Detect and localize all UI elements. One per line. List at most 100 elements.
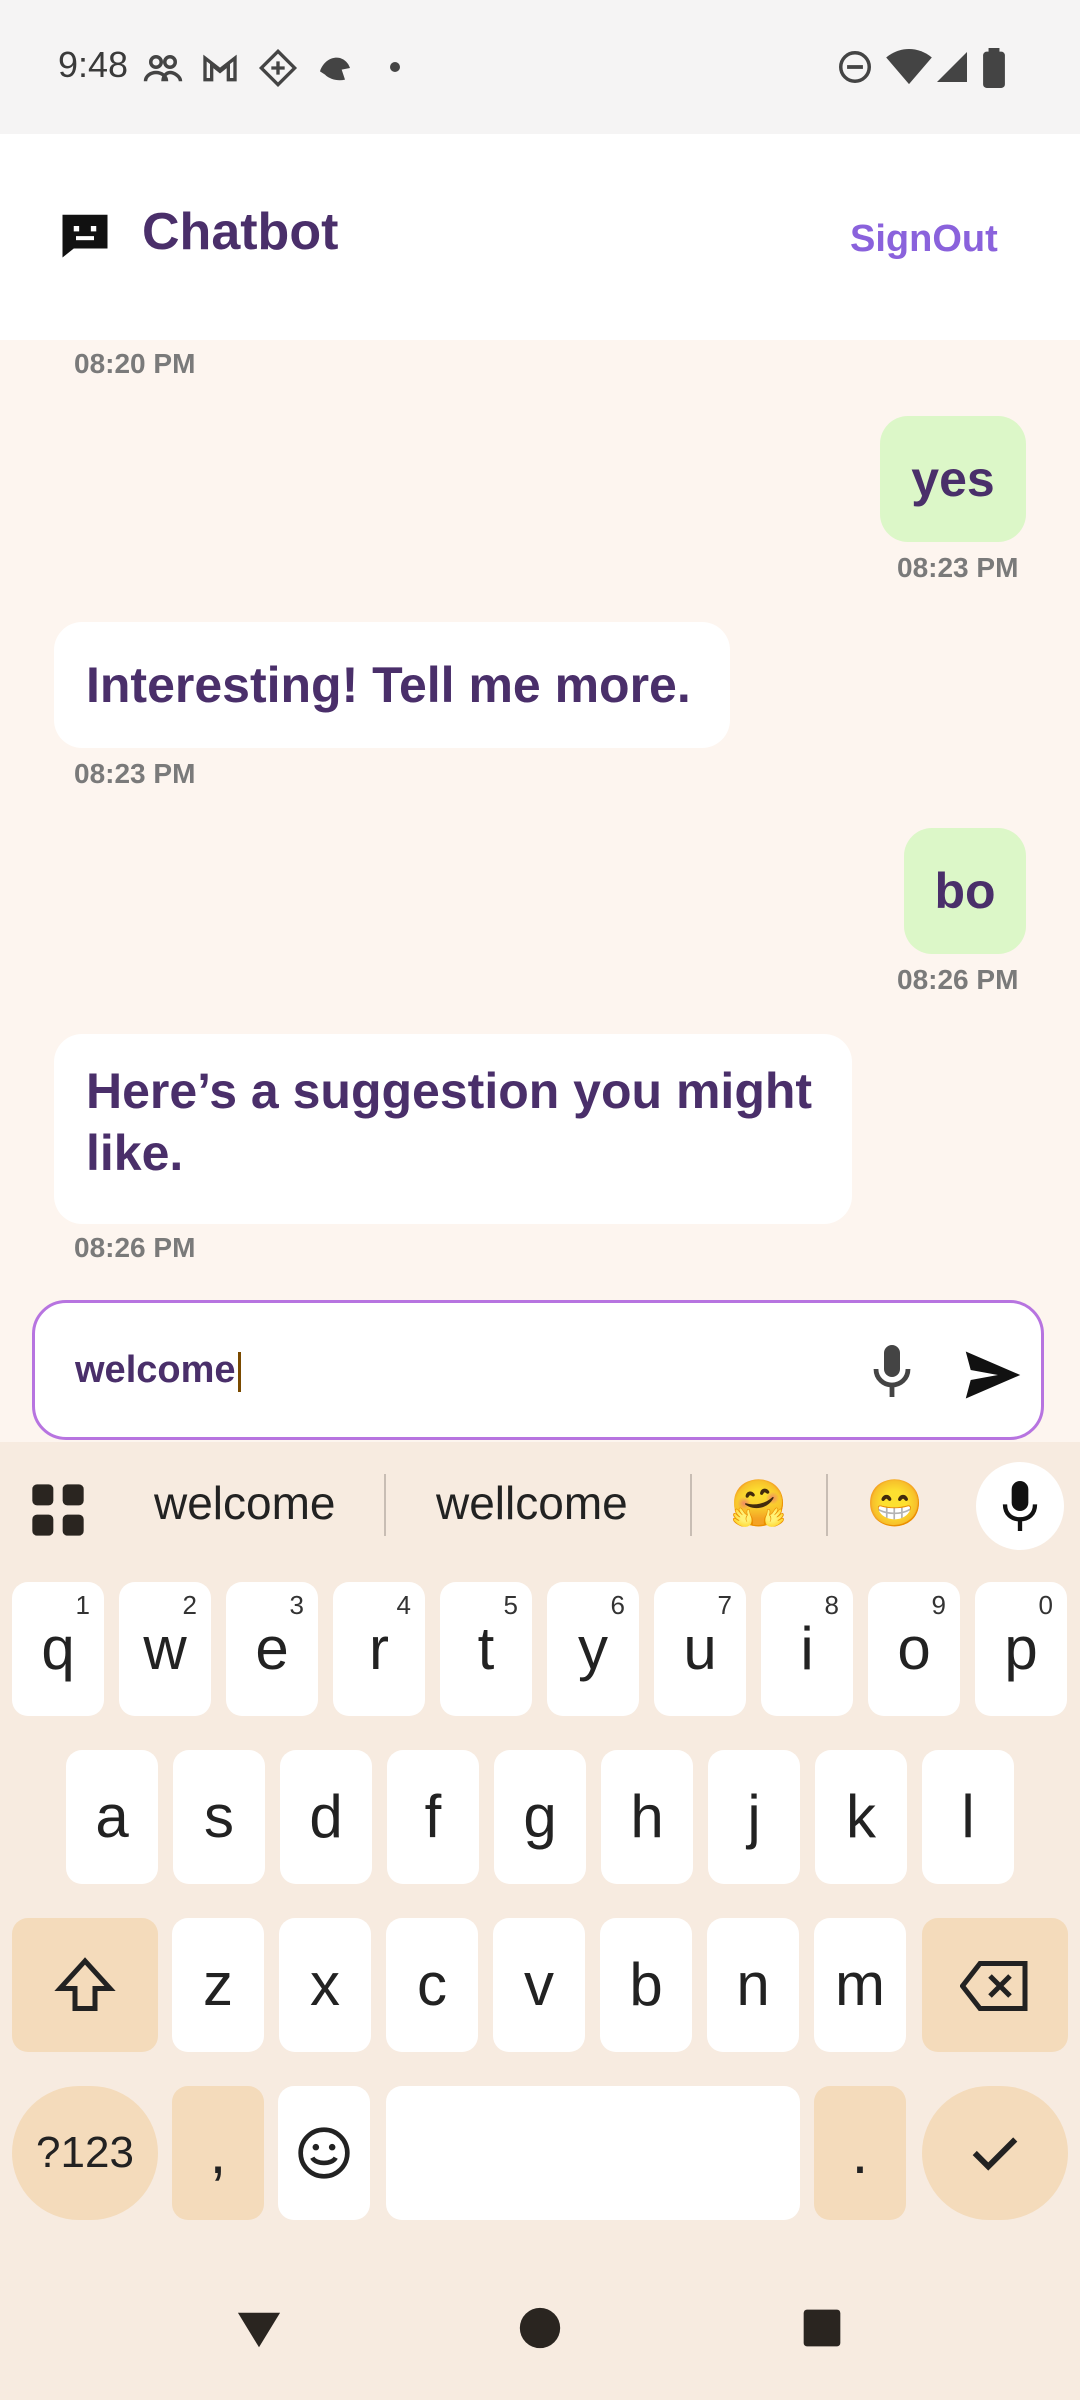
home-nav-icon[interactable]	[518, 2306, 562, 2350]
key-l[interactable]: l	[922, 1750, 1014, 1884]
key-hint: 2	[182, 1590, 197, 1620]
key-label: f	[424, 1783, 442, 1850]
key-j[interactable]: j	[708, 1750, 800, 1884]
voice-input-button[interactable]	[976, 1462, 1064, 1550]
suggestion-word[interactable]: wellcome	[436, 1476, 628, 1530]
key-hint: 4	[396, 1590, 411, 1620]
key-g[interactable]: g	[494, 1750, 586, 1884]
app-header: Chatbot SignOut	[0, 134, 1080, 340]
key-o[interactable]: o9	[868, 1582, 960, 1716]
app-icon	[258, 48, 298, 88]
text-cursor	[237, 1351, 241, 1392]
key-q[interactable]: q1	[12, 1582, 104, 1716]
wifi-icon	[886, 48, 932, 85]
key-label: b	[629, 1951, 663, 2018]
mic-icon	[1002, 1481, 1038, 1531]
key-m[interactable]: m	[814, 1918, 906, 2052]
smiley-icon	[298, 2127, 350, 2179]
key-label: n	[736, 1951, 770, 2018]
key-hint: 9	[931, 1590, 946, 1620]
key-label: o	[897, 1615, 931, 1682]
key-label: v	[524, 1951, 554, 2018]
gmail-icon	[203, 54, 237, 82]
comma-key[interactable]: ,	[172, 2086, 264, 2220]
key-label: p	[1004, 1615, 1038, 1682]
key-v[interactable]: v	[493, 1918, 585, 2052]
message-time: 08:20 PM	[74, 348, 196, 379]
key-n[interactable]: n	[707, 1918, 799, 2052]
send-icon[interactable]	[963, 1349, 1023, 1401]
checkmark-icon	[972, 2137, 1018, 2171]
key-k[interactable]: k	[815, 1750, 907, 1884]
key-label: g	[523, 1783, 557, 1850]
key-t[interactable]: t5	[440, 1582, 532, 1716]
key-hint: 1	[75, 1590, 90, 1620]
suggestion-emoji[interactable]: 😁	[866, 1476, 923, 1531]
key-y[interactable]: y6	[547, 1582, 639, 1716]
dot-icon	[390, 62, 400, 72]
key-hint: 7	[717, 1590, 732, 1620]
key-label: y	[578, 1615, 608, 1682]
back-nav-icon[interactable]	[236, 2310, 282, 2350]
key-x[interactable]: x	[279, 1918, 371, 2052]
suggestion-divider	[826, 1474, 828, 1536]
key-r[interactable]: r4	[333, 1582, 425, 1716]
key-label: h	[630, 1783, 664, 1850]
space-key[interactable]	[386, 2086, 800, 2220]
status-time: 9:48	[58, 44, 129, 85]
enter-key[interactable]	[922, 2086, 1068, 2220]
key-label: k	[846, 1783, 876, 1850]
key-u[interactable]: u7	[654, 1582, 746, 1716]
key-z[interactable]: z	[172, 1918, 264, 2052]
suggestion-emoji[interactable]: 🤗	[730, 1476, 787, 1531]
key-label: s	[204, 1783, 234, 1850]
key-label: m	[835, 1951, 885, 2018]
mic-icon[interactable]	[867, 1343, 917, 1399]
key-c[interactable]: c	[386, 1918, 478, 2052]
key-e[interactable]: e3	[226, 1582, 318, 1716]
backspace-key[interactable]	[922, 1918, 1068, 2052]
dnd-icon	[839, 51, 871, 83]
key-label: u	[683, 1615, 717, 1682]
key-label: q	[41, 1615, 75, 1682]
key-f[interactable]: f	[387, 1750, 479, 1884]
message-time: 08:23 PM	[74, 758, 196, 789]
key-label: x	[310, 1951, 340, 2018]
message-time: 08:26 PM	[897, 964, 1019, 995]
key-label: l	[961, 1783, 975, 1850]
key-h[interactable]: h	[601, 1750, 693, 1884]
suggestion-divider	[690, 1474, 692, 1536]
period-key[interactable]: .	[814, 2086, 906, 2220]
message-input-box[interactable]: welcome	[32, 1300, 1044, 1440]
key-label: t	[477, 1615, 495, 1682]
symbols-key[interactable]: ?123	[12, 2086, 158, 2220]
battery-icon	[983, 48, 1005, 88]
recents-nav-icon[interactable]	[802, 2308, 842, 2348]
shift-key[interactable]	[12, 1918, 158, 2052]
key-d[interactable]: d	[280, 1750, 372, 1884]
key-hint: 8	[824, 1590, 839, 1620]
key-b[interactable]: b	[600, 1918, 692, 2052]
shift-icon	[54, 1957, 116, 2011]
suggestion-word[interactable]: welcome	[154, 1476, 336, 1530]
key-label: r	[369, 1615, 389, 1682]
signout-button[interactable]: SignOut	[850, 218, 998, 261]
chat-list[interactable]: 08:20 PM yes 08:23 PM Interesting! Tell …	[0, 340, 1080, 1298]
message-input[interactable]: welcome	[75, 1349, 241, 1392]
key-w[interactable]: w2	[119, 1582, 211, 1716]
suggestion-divider	[384, 1474, 386, 1536]
key-p[interactable]: p0	[975, 1582, 1067, 1716]
key-i[interactable]: i8	[761, 1582, 853, 1716]
key-label: a	[95, 1783, 129, 1850]
key-a[interactable]: a	[66, 1750, 158, 1884]
emoji-key[interactable]	[278, 2086, 370, 2220]
key-label: d	[309, 1783, 343, 1850]
user-message-bubble: yes	[880, 416, 1026, 542]
key-s[interactable]: s	[173, 1750, 265, 1884]
key-hint: 3	[289, 1590, 304, 1620]
apps-grid-icon[interactable]	[30, 1482, 86, 1538]
message-text: bo	[934, 863, 996, 919]
key-label: w	[143, 1615, 187, 1682]
signal-icon	[937, 52, 967, 82]
message-text: Here’s a suggestion you might like.	[86, 1063, 813, 1181]
